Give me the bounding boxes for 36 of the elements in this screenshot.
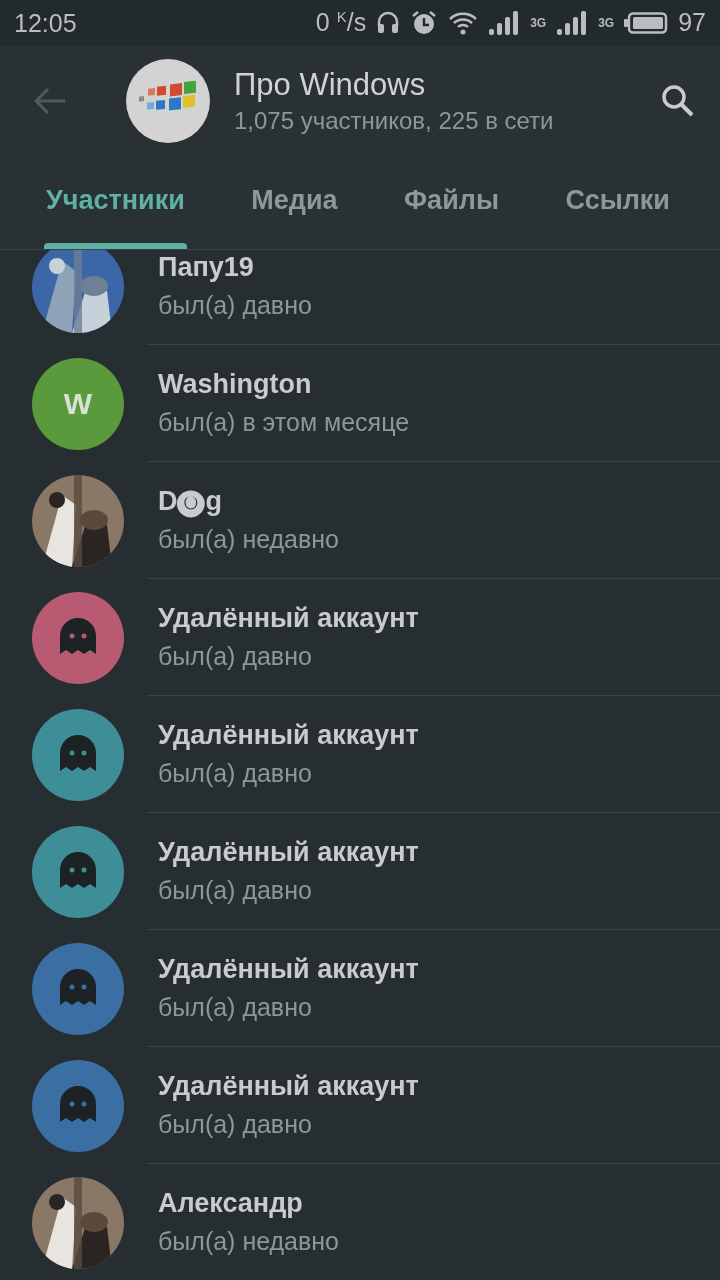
member-name: Удалённый аккаунт [158, 837, 420, 868]
last-seen: был(а) в этом месяце [158, 408, 411, 437]
last-seen: был(а) давно [158, 993, 313, 1022]
member-name: Удалённый аккаунт [158, 720, 420, 751]
member-name: Александр [158, 1188, 304, 1219]
last-seen: был(а) недавно [158, 525, 341, 554]
battery-level: 97 [678, 8, 706, 38]
signal-icon [488, 10, 521, 36]
tab[interactable]: Файлы [382, 156, 521, 249]
search-button[interactable] [660, 83, 696, 119]
last-seen: был(а) давно [158, 291, 313, 320]
battery-icon [624, 12, 669, 34]
member-name: Удалённый аккаунт [158, 954, 420, 985]
group-title: Про Windows [234, 67, 427, 103]
clock-time: 12:05 [14, 8, 77, 38]
last-seen: был(а) давно [158, 759, 313, 788]
last-seen: был(а) давно [158, 1110, 313, 1139]
member-count: 1,075 участников, 225 в сети [234, 107, 555, 135]
tab[interactable]: Ссылки [543, 156, 692, 249]
member-name: Удалённый аккаунт [158, 603, 420, 634]
headphones-icon [376, 10, 401, 36]
member-name: Washington [158, 369, 313, 400]
wifi-icon [448, 10, 479, 36]
member-name: Папу19 [158, 252, 255, 283]
member-name: Удалённый аккаунт [158, 1071, 420, 1102]
avatar: W [32, 357, 124, 450]
network-type: 3G [530, 15, 547, 30]
signal-icon [556, 10, 589, 36]
member-name: D🅞g [158, 486, 223, 517]
tab[interactable]: Медиа [229, 156, 360, 249]
network-type: 3G [598, 15, 615, 30]
tab[interactable]: Участники [24, 156, 207, 249]
last-seen: был(а) недавно [158, 1227, 341, 1256]
last-seen: был(а) давно [158, 876, 313, 905]
network-speed: 0 $^{K}$/s [315, 8, 367, 38]
last-seen: был(а) давно [158, 642, 313, 671]
